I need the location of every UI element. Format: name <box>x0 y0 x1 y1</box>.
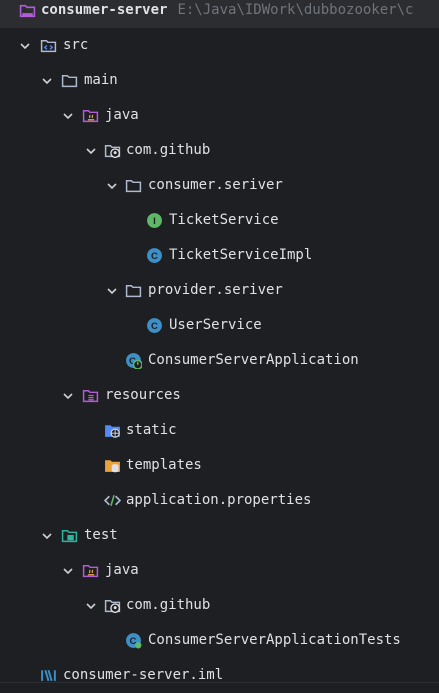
ticket-service-impl-label: TicketServiceImpl <box>169 247 313 263</box>
tree-node-consumer-server-iml[interactable]: consumer-server.iml <box>0 658 439 693</box>
root-label: consumer-server E:\Java\IDWork\dubbozooke… <box>41 0 413 28</box>
tree-node-resources[interactable]: resources <box>0 378 439 413</box>
main-package-label: com.github <box>126 142 211 158</box>
tree-node-templates[interactable]: templates <box>0 448 439 483</box>
chevron-down-icon[interactable] <box>18 39 32 53</box>
project-tree: consumer-server E:\Java\IDWork\dubbozooke… <box>0 0 439 693</box>
tree-node-com-github[interactable]: com.github <box>0 133 439 168</box>
chevron-down-icon[interactable] <box>40 74 54 88</box>
tree-node-main[interactable]: main <box>0 63 439 98</box>
templates-folder-icon <box>105 460 120 473</box>
tree-node-user-service[interactable]: C UserService <box>0 308 439 343</box>
chevron-down-icon[interactable] <box>84 599 98 613</box>
folder-icon <box>125 179 142 193</box>
tree-node-main-java[interactable]: java <box>0 98 439 133</box>
consumer-package-label: consumer.seriver <box>148 177 283 193</box>
module-folder-icon <box>19 4 36 18</box>
source-root-folder-icon <box>40 39 57 53</box>
tree-node-provider-seriver[interactable]: provider.seriver <box>0 273 439 308</box>
user-service-label: UserService <box>169 317 262 333</box>
main-java-label: java <box>105 107 139 123</box>
main-label: main <box>84 72 118 88</box>
java-source-folder-icon <box>82 109 99 123</box>
class-icon: C <box>126 633 142 649</box>
package-github-icon <box>104 144 121 159</box>
tree-node-consumer-server-application[interactable]: C ConsumerServerApplication <box>0 343 439 378</box>
tree-node-test-java[interactable]: java <box>0 553 439 588</box>
src-label: src <box>63 37 89 53</box>
app-class-label: ConsumerServerApplication <box>148 352 359 368</box>
test-package-label: com.github <box>126 597 211 613</box>
chevron-down-icon[interactable] <box>61 389 75 403</box>
ticket-service-label: TicketService <box>169 212 279 228</box>
tree-node-application-properties[interactable]: application.properties <box>0 483 439 518</box>
svg-text:I: I <box>153 216 156 227</box>
chevron-down-icon[interactable] <box>84 144 98 158</box>
resources-label: resources <box>105 387 181 403</box>
tree-node-src[interactable]: src <box>0 28 439 63</box>
test-java-label: java <box>105 562 139 578</box>
chevron-down-icon[interactable] <box>61 109 75 123</box>
chevron-down-icon[interactable] <box>40 529 54 543</box>
iml-file-label: consumer-server.iml <box>63 667 224 683</box>
class-icon: C <box>147 248 162 263</box>
class-icon: C <box>147 318 162 333</box>
chevron-down-icon[interactable] <box>61 564 75 578</box>
tree-node-consumer-seriver[interactable]: consumer.seriver <box>0 168 439 203</box>
java-source-folder-icon <box>82 564 99 578</box>
tree-node-ticket-service[interactable]: I TicketService <box>0 203 439 238</box>
root-path: E:\Java\IDWork\dubbozooker\c <box>177 2 414 18</box>
tree-node-consumer-server[interactable]: consumer-server E:\Java\IDWork\dubbozooke… <box>0 0 439 28</box>
web-folder-icon <box>105 425 120 438</box>
test-root-folder-icon <box>61 529 78 543</box>
tree-node-ticket-service-impl[interactable]: C TicketServiceImpl <box>0 238 439 273</box>
chevron-down-icon[interactable] <box>105 284 119 298</box>
folder-icon <box>61 74 78 88</box>
root-name: consumer-server <box>41 2 168 18</box>
folder-icon <box>125 284 142 298</box>
tree-node-static[interactable]: static <box>0 413 439 448</box>
provider-package-label: provider.seriver <box>148 282 283 298</box>
tree-node-consumer-server-application-tests[interactable]: C ConsumerServerApplicationTests <box>0 623 439 658</box>
static-label: static <box>126 422 177 438</box>
spring-boot-class-icon: C <box>126 353 142 369</box>
templates-label: templates <box>126 457 202 473</box>
tree-node-test-com-github[interactable]: com.github <box>0 588 439 623</box>
test-label: test <box>84 527 118 543</box>
app-properties-label: application.properties <box>126 492 312 508</box>
resources-root-folder-icon <box>82 389 99 403</box>
interface-icon: I <box>147 213 162 228</box>
tree-node-test[interactable]: test <box>0 518 439 553</box>
svg-text:C: C <box>151 321 158 332</box>
chevron-down-icon[interactable] <box>105 179 119 193</box>
properties-file-icon <box>104 494 121 507</box>
app-tests-label: ConsumerServerApplicationTests <box>148 632 401 648</box>
package-github-icon <box>104 599 121 614</box>
svg-text:C: C <box>151 251 158 262</box>
